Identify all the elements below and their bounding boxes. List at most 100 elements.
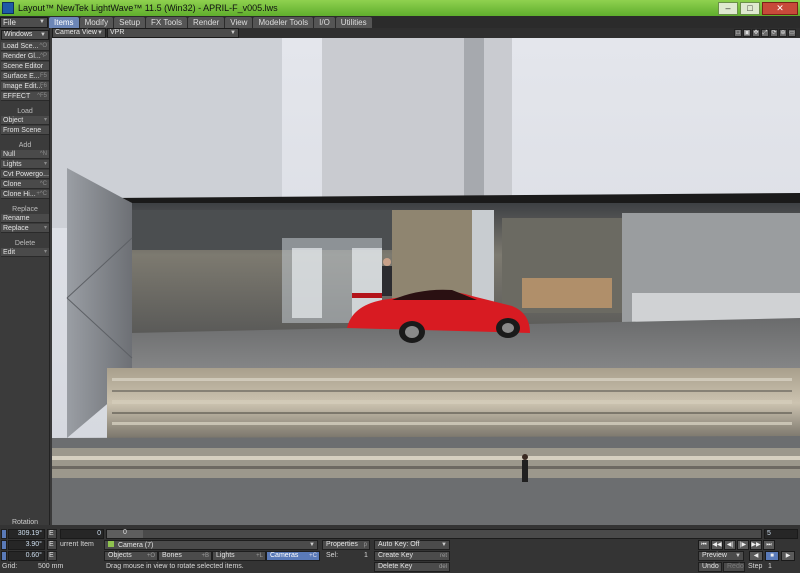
tab-io[interactable]: I/O [314,16,335,28]
surface-editor-button[interactable]: Surface E... F5 [1,72,49,81]
tab-modeler-tools[interactable]: Modeler Tools [253,16,314,28]
close-button[interactable]: ✕ [762,1,798,15]
current-item-dropdown[interactable]: Camera (7) ▼ [104,540,318,550]
button-label: From Scene [3,127,42,134]
view-mode-dropdown[interactable]: Camera View ▼ [52,28,106,38]
button-label: Cvt Powergo... [3,171,49,178]
preview-dropdown[interactable]: Preview ▼ [698,551,744,561]
render-mode-dropdown[interactable]: VPR ▼ [107,28,239,38]
maximize-view-icon[interactable]: ▭ [788,29,796,37]
delete-key-shortcut: del [438,564,447,570]
next-frame-button[interactable]: |▶ [737,540,749,550]
single-view-icon[interactable]: □ [734,29,742,37]
add-null-button[interactable]: Null ^N [1,150,49,159]
button-label: Surface E... [3,73,40,80]
tab-view[interactable]: View [225,16,253,28]
objects-tab[interactable]: Objects +O [104,551,158,561]
chevron-down-icon: ▼ [309,542,315,548]
maximize-button[interactable]: □ [740,1,760,15]
tab-items[interactable]: Items [49,16,79,28]
render-globals-button[interactable]: Render Gl... ^P [1,52,49,61]
timeline-slider[interactable]: 0 [106,529,762,539]
quad-view-icon[interactable]: ▣ [743,29,751,37]
previous-key-button[interactable]: ◀◀ [711,540,723,550]
preview-label: Preview [702,552,727,559]
chevron-down-icon: ▾ [43,117,47,123]
tab-utilities[interactable]: Utilities [335,16,372,28]
stop-button[interactable]: ■ [765,551,779,561]
play-reverse-button[interactable]: ◀ [749,551,763,561]
pitch-envelope-button[interactable]: E [47,540,57,550]
auto-key-label: Auto Key: Off [378,541,420,548]
fit-view-icon[interactable]: ⤢ [761,29,769,37]
shortcut-label: +C [309,553,317,559]
properties-shortcut: p [363,542,367,548]
lights-tab[interactable]: Lights +L [212,551,266,561]
create-key-label: Create Key [378,552,414,559]
effect-button[interactable]: EFFECT ^F5 [1,92,49,101]
delete-key-label: Delete Key [378,563,413,570]
create-key-button[interactable]: Create Key ret [374,551,450,561]
tab-setup[interactable]: Setup [114,16,146,28]
tab-modify[interactable]: Modify [79,16,114,28]
image-editor-button[interactable]: Image Edit... F6 [1,82,49,91]
shortcut-label: ^N [39,151,47,157]
window-title: Layout™ NewTek LightWave™ 11.5 (Win32) -… [18,3,278,13]
pitch-field[interactable]: 3.90° [8,540,45,550]
last-frame-button[interactable]: ⏭ [763,540,775,550]
camera-viewport[interactable] [52,38,800,525]
viewport-controls: □ ▣ ✥ ⤢ ⟳ ⊕ ▭ [734,29,796,37]
undo-button[interactable]: Undo [698,562,722,572]
button-label: Replace [3,225,29,232]
play-forward-button[interactable]: ▶ [781,551,795,561]
current-frame-field[interactable]: 0 [60,529,104,539]
end-frame-field[interactable]: 5 [764,529,798,539]
bank-lock-toggle[interactable] [1,551,7,561]
replace-button[interactable]: Replace ▾ [1,224,49,233]
tab-label: Bones [162,552,182,559]
replace-section-header: Replace [12,206,38,213]
scene-editor-button[interactable]: Scene Editor [1,62,49,71]
bank-field[interactable]: 0.60° [8,551,45,561]
clone-button[interactable]: Clone ^C [1,180,49,189]
load-from-scene-button[interactable]: From Scene [1,126,49,135]
button-label: Image Edit... [3,83,43,90]
delete-edit-button[interactable]: Edit ▾ [1,248,49,257]
clone-hierarchy-button[interactable]: Clone Hi... +^C [1,190,49,199]
heading-envelope-button[interactable]: E [47,529,57,539]
tab-render[interactable]: Render [188,16,225,28]
heading-lock-toggle[interactable] [1,529,7,539]
button-label: Clone Hi... [3,191,36,198]
add-lights-button[interactable]: Lights ▾ [1,160,49,169]
load-object-button[interactable]: Object ▾ [1,116,49,125]
rename-button[interactable]: Rename [1,214,49,223]
viewport-header: Camera View ▼ VPR ▼ □ ▣ ✥ ⤢ ⟳ ⊕ ▭ [52,28,800,38]
step-value[interactable]: 1 [768,562,772,572]
rotate-view-icon[interactable]: ⟳ [770,29,778,37]
next-key-button[interactable]: ▶▶ [750,540,762,550]
create-key-shortcut: ret [439,553,447,559]
cameras-tab[interactable]: Cameras +C [266,551,320,561]
current-item-label: urrent Item [60,541,94,548]
shortcut-label: +L [256,553,263,559]
file-menu[interactable]: File ▼ [0,16,48,28]
redo-button[interactable]: Redo [723,562,745,572]
previous-frame-button[interactable]: ◀| [724,540,736,550]
move-view-icon[interactable]: ✥ [752,29,760,37]
chevron-down-icon: ▼ [97,30,103,36]
bones-tab[interactable]: Bones +B [158,551,212,561]
grid-value: 500 mm [38,563,64,570]
load-scene-button[interactable]: Load Sce... ^O [1,42,49,51]
tab-fx-tools[interactable]: FX Tools [146,16,188,28]
heading-field[interactable]: 309.19° [8,529,45,539]
bank-envelope-button[interactable]: E [47,551,57,561]
properties-button[interactable]: Properties p [322,540,370,550]
windows-dropdown[interactable]: Windows ▼ [1,30,49,40]
first-frame-button[interactable]: ⏮ [698,540,710,550]
delete-key-button[interactable]: Delete Key del [374,562,450,572]
auto-key-dropdown[interactable]: Auto Key: Off ▼ [374,540,450,550]
convert-powergons-button[interactable]: Cvt Powergo... [1,170,49,179]
pitch-lock-toggle[interactable] [1,540,7,550]
zoom-view-icon[interactable]: ⊕ [779,29,787,37]
minimize-button[interactable]: – [718,1,738,15]
